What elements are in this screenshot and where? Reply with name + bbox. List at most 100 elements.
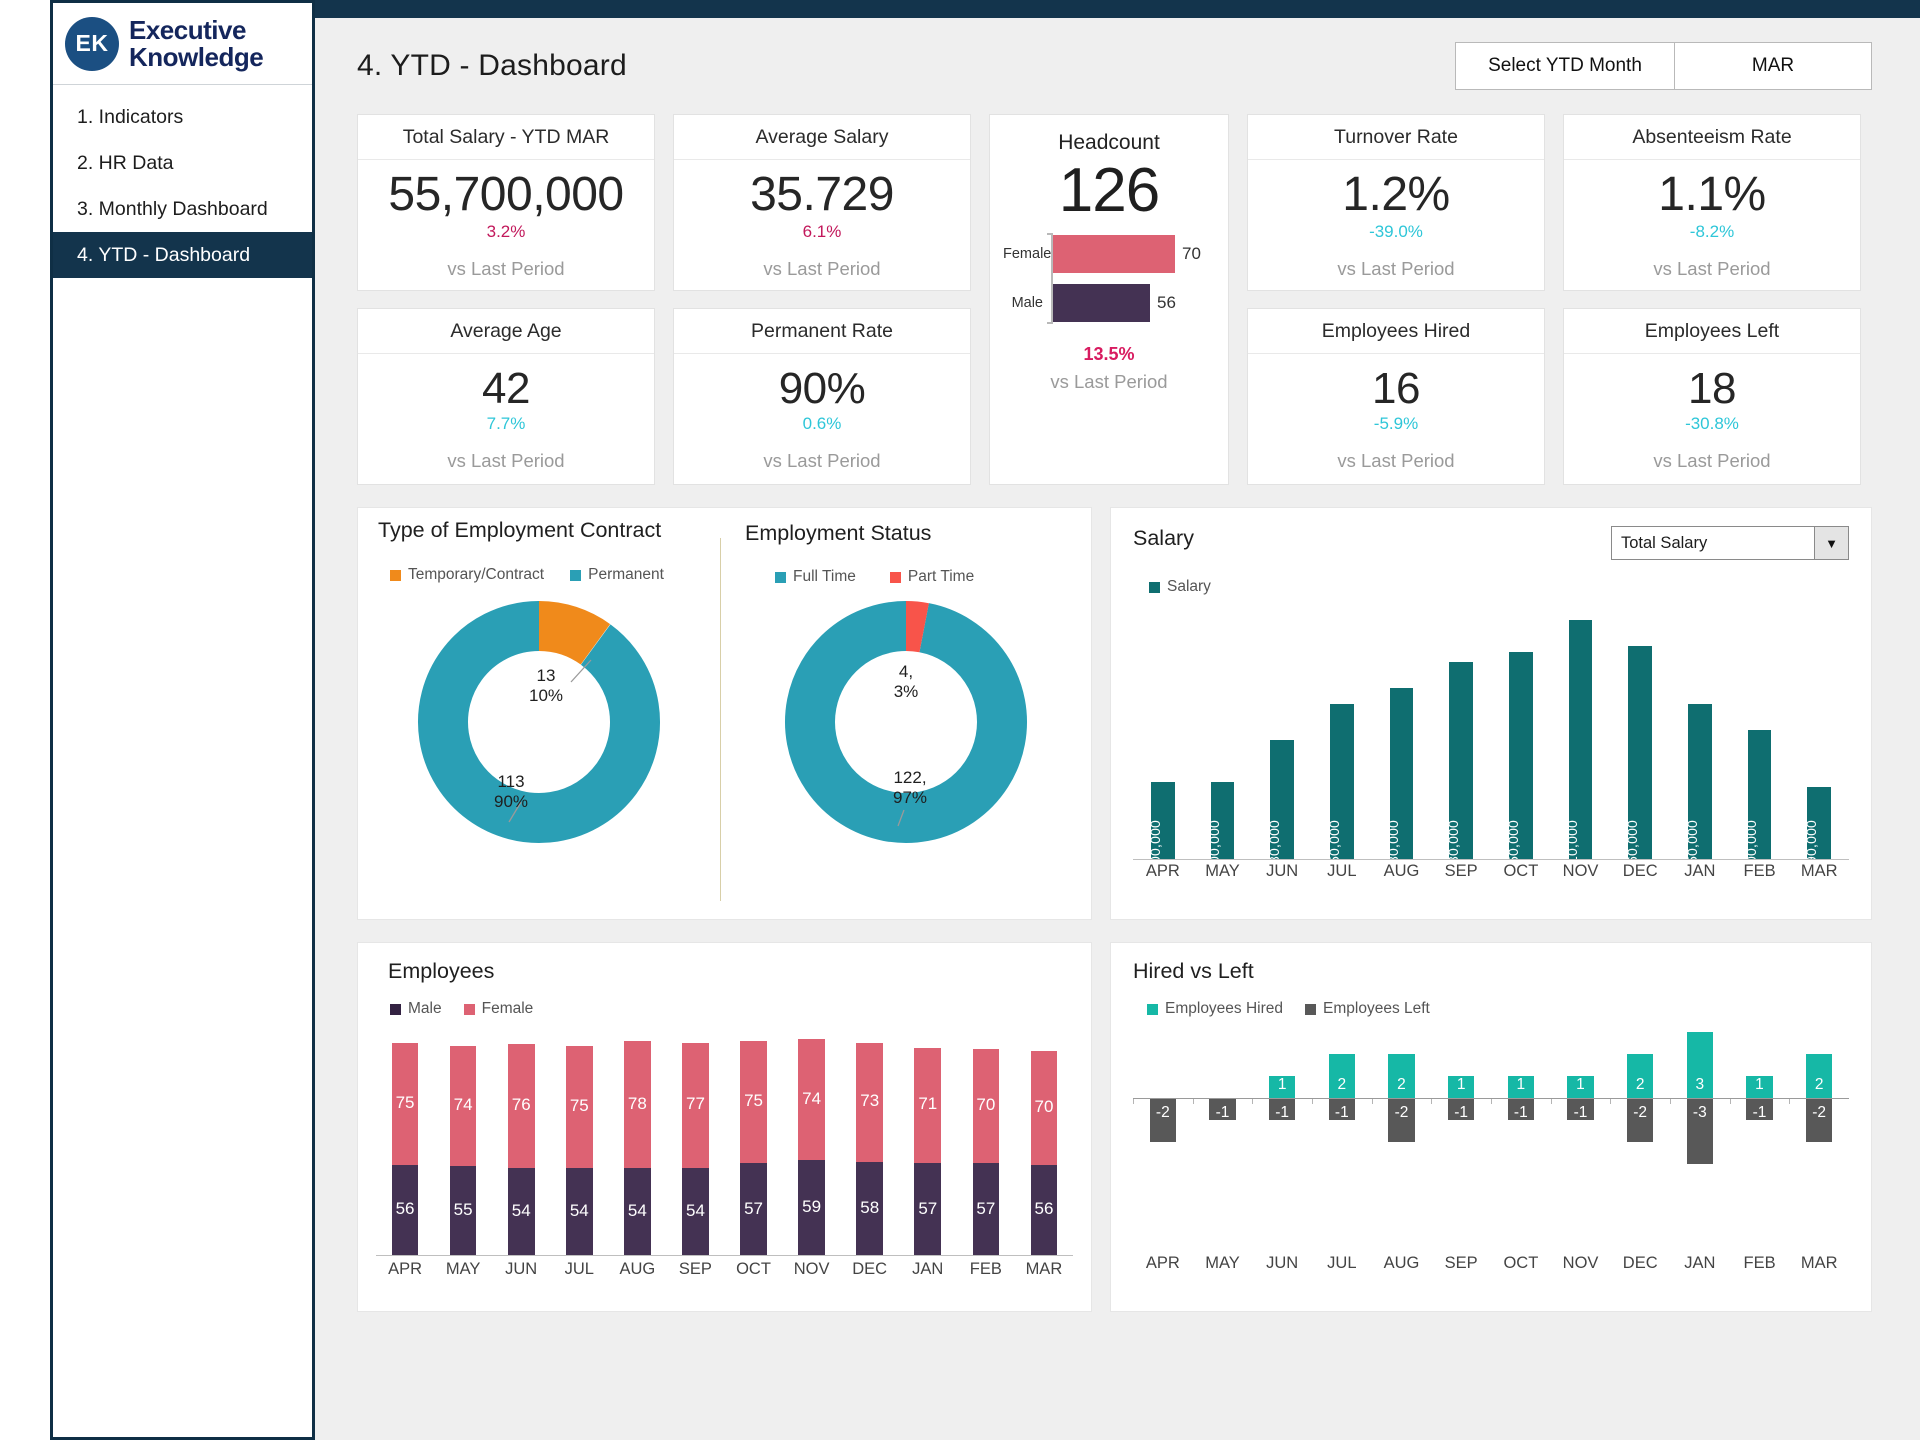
kpi-card-average-salary: Average Salary 35.729 6.1% vs Last Perio… [673,114,971,291]
legend-swatch-icon [889,571,901,583]
employees-bar-segment-female: 70 [972,1049,1000,1164]
kpi-value: 18 [1688,363,1736,413]
employees-bar-segment-female: 75 [565,1045,593,1169]
employees-bar-segment-male: 56 [391,1164,419,1256]
employees-stacked-bar: 75 57 [740,1041,767,1256]
legend-label: Permanent [588,566,664,583]
brand-line-2: Knowledge [129,41,264,72]
kpi-body: 1.2% -39.0% vs Last Period [1248,160,1544,290]
x-axis-tick: OCT [1503,1254,1539,1272]
left-bar: -1 [1746,1098,1773,1121]
legend-swatch-icon [463,1003,475,1015]
salary-bar: 4,490,000 [1803,787,1832,884]
employees-female-value-label: 73 [860,1091,880,1111]
kpi-column-1: Total Salary - YTD MAR 55,700,000 3.2% v… [357,114,655,485]
legend-swatch-icon [775,571,786,583]
kpi-subtitle: vs Last Period [1337,450,1455,472]
kpi-card-turnover-rate: Turnover Rate 1.2% -39.0% vs Last Period [1247,114,1545,291]
hired-bar: 2 [1388,1054,1415,1098]
salary-x-axis: APR MAY JUN JUL AUG SEP OCT NOV DEC JAN FEB MAR [1133,862,1849,881]
left-bar: -2 [1627,1098,1654,1142]
brand-initials-icon: EK [65,16,119,71]
hired-left-chart-panel: Hired vs Left Employees Hired Employees … [1110,942,1872,1312]
left-value-label: -1 [1215,1104,1230,1121]
sidebar-item-monthly-dashboard[interactable]: 3. Monthly Dashboard [53,186,312,232]
kpi-body: 18 -30.8% vs Last Period [1564,354,1860,484]
x-axis-tick: FEB [969,1260,1002,1278]
employees-female-value-label: 78 [627,1093,647,1113]
legend-item-employees-left[interactable]: Employees Left [1305,1000,1430,1018]
headcount-male-label: Male [1011,295,1043,312]
left-value-label: -1 [1275,1104,1290,1121]
employees-stacked-bar: 70 57 [972,1049,1000,1256]
employees-female-value-label: 74 [453,1095,473,1115]
employees-plot-area: 75 56 74 55 76 54 75 54 78 54 77 54 75 57 74 59 73 58 71 57… [376,1028,1073,1256]
x-axis-tick: JAN [1684,862,1716,880]
sidebar-item-indicators[interactable]: 1. Indicators [53,94,312,140]
employees-bar-segment-male: 59 [798,1159,825,1256]
x-axis-tick: MAY [1205,1254,1240,1272]
employees-stacked-bar: 77 54 [682,1042,709,1256]
headcount-male-value: 56 [1157,293,1176,313]
chevron-down-icon[interactable]: ▼ [1814,527,1848,559]
employees-bar-segment-female: 78 [624,1041,651,1169]
label-percent: 90% [493,792,529,812]
kpi-body: 35.729 6.1% vs Last Period [674,160,970,290]
employees-stacked-bar: 73 58 [856,1042,884,1256]
employees-bar-segment-female: 77 [682,1042,709,1169]
legend-item-male[interactable]: Male [390,1000,442,1018]
left-bar: -3 [1686,1098,1713,1164]
kpi-column-4: Absenteeism Rate 1.1% -8.2% vs Last Peri… [1563,114,1861,485]
x-axis-tick: JUN [1266,862,1299,880]
x-axis-tick: FEB [1743,862,1776,880]
salary-bar: 4,600,000 [1743,729,1772,884]
employees-bar-segment-male: 54 [682,1168,709,1256]
sidebar-item-ytd-dashboard[interactable]: 4. YTD - Dashboard [53,232,312,278]
legend-item-salary[interactable]: Salary [1149,578,1211,596]
kpi-subtitle: vs Last Period [1653,258,1771,280]
hired-left-plot-area: -2 -1 1 -1 2 -1 2 -2 1 -1 1 -1 1 -1 2 -2 3 -3 1 -1 2 -2 [1133,1026,1849,1236]
left-bar: -1 [1209,1098,1236,1121]
hired-bar: 1 [1746,1076,1773,1098]
ytd-month-selector[interactable]: Select YTD Month MAR [1455,42,1872,90]
legend-swatch-icon [390,569,401,581]
x-axis-tick: DEC [852,1260,888,1278]
employees-male-value-label: 54 [511,1201,531,1221]
x-axis-tick: AUG [619,1260,656,1278]
legend-item-part-time[interactable]: Part Time [889,568,974,586]
x-axis-tick: JUN [1266,1254,1299,1272]
x-axis-tick: NOV [793,1260,830,1278]
contract-chart-legend: Temporary/Contract Permanent [390,566,664,584]
x-axis-tick: SEP [1444,1254,1478,1272]
sidebar-item-hr-data[interactable]: 2. HR Data [53,140,312,186]
employees-stacked-bar: 76 54 [507,1044,535,1256]
employees-bar-segment-female: 74 [798,1039,825,1160]
legend-item-temporary[interactable]: Temporary/Contract [390,566,544,584]
x-axis-tick: OCT [1503,862,1539,880]
contract-label-temporary: 13 10% [506,666,586,706]
left-value-label: -2 [1812,1104,1827,1121]
employees-bar-segment-female: 75 [391,1042,419,1165]
legend-label: Temporary/Contract [408,566,545,583]
employees-female-value-label: 70 [1034,1096,1054,1116]
legend-item-full-time[interactable]: Full Time [775,568,856,586]
kpi-subtitle: vs Last Period [447,258,565,280]
kpi-card-employees-left: Employees Left 18 -30.8% vs Last Period [1563,308,1861,485]
employees-female-value-label: 74 [802,1088,822,1108]
legend-item-permanent[interactable]: Permanent [570,566,664,584]
employees-male-value-label: 56 [1034,1199,1054,1219]
contract-chart-panel: Type of Employment Contract Temporary/Co… [358,508,720,919]
legend-item-employees-hired[interactable]: Employees Hired [1147,1000,1283,1018]
status-chart-legend: Full Time Part Time [775,568,974,586]
brand-logo-block: EK Executive Knowledge [53,3,312,85]
dashboard-app: EK Executive Knowledge 1. Indicators 2. … [0,0,1920,1440]
salary-metric-select[interactable]: Total Salary ▼ [1611,526,1849,560]
legend-item-female[interactable]: Female [463,1000,533,1018]
page-title: 4. YTD - Dashboard [357,49,627,82]
employees-stacked-bar: 71 57 [914,1047,942,1256]
hired-bar: 3 [1686,1032,1713,1098]
status-donut-svg [785,601,1027,843]
kpi-subtitle: vs Last Period [447,450,565,472]
left-bar: -2 [1806,1098,1833,1142]
ytd-month-value[interactable]: MAR [1675,43,1871,89]
